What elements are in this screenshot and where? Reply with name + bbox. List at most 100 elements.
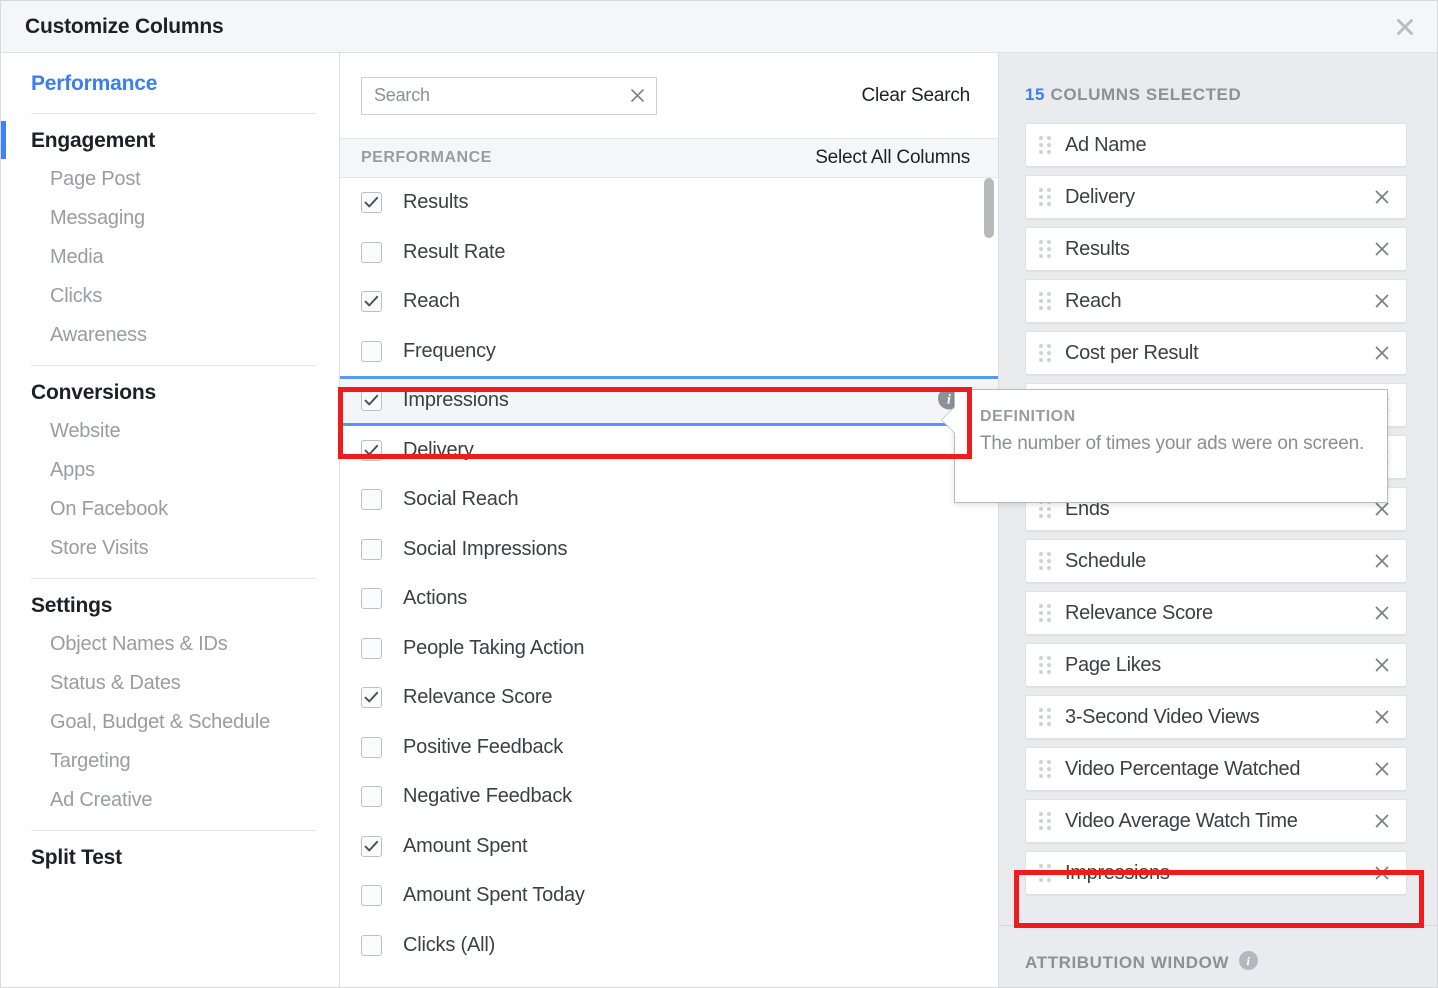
drag-handle-icon[interactable] [1039, 864, 1051, 882]
selected-column-chip[interactable]: Schedule [1025, 539, 1407, 583]
sidebar-item-object-names-ids[interactable]: Object Names & IDs [1, 625, 339, 664]
sidebar-item-media[interactable]: Media [1, 238, 339, 277]
column-option-row[interactable]: Result Rate [340, 228, 998, 278]
drag-handle-icon[interactable] [1039, 604, 1051, 622]
drag-handle-icon[interactable] [1039, 656, 1051, 674]
dialog-titlebar: Customize Columns [1, 1, 1437, 53]
checkbox-unchecked[interactable] [361, 885, 382, 907]
select-all-columns-button[interactable]: Select All Columns [815, 147, 970, 169]
selected-column-chip[interactable]: Delivery [1025, 175, 1407, 219]
sidebar-item-performance[interactable]: Performance [1, 65, 339, 103]
sidebar-item-website[interactable]: Website [1, 412, 339, 451]
drag-handle-icon[interactable] [1039, 760, 1051, 778]
checkbox-unchecked[interactable] [361, 241, 382, 263]
info-icon[interactable]: i [1239, 951, 1259, 975]
selected-column-chip[interactable]: Results [1025, 227, 1407, 271]
remove-column-icon[interactable] [1372, 291, 1392, 311]
remove-column-icon[interactable] [1372, 187, 1392, 207]
drag-handle-icon[interactable] [1039, 188, 1051, 206]
sidebar-item-targeting[interactable]: Targeting [1, 742, 339, 781]
sidebar-item-messaging[interactable]: Messaging [1, 199, 339, 238]
remove-column-icon[interactable] [1372, 239, 1392, 259]
column-option-row[interactable]: Reach [340, 277, 998, 327]
checkbox-unchecked[interactable] [361, 489, 382, 511]
drag-handle-icon[interactable] [1039, 708, 1051, 726]
selected-column-label: Reach [1065, 289, 1122, 312]
remove-column-icon[interactable] [1372, 343, 1392, 363]
remove-column-icon[interactable] [1372, 707, 1392, 727]
remove-column-icon[interactable] [1372, 655, 1392, 675]
drag-handle-icon[interactable] [1039, 292, 1051, 310]
column-option-label: Social Reach [403, 488, 519, 511]
clear-search-button[interactable]: Clear Search [862, 85, 971, 107]
sidebar-item-page-post[interactable]: Page Post [1, 160, 339, 199]
checkbox-checked[interactable] [361, 192, 382, 214]
column-option-row[interactable]: Social Impressions [340, 525, 998, 575]
checkbox-checked[interactable] [361, 835, 382, 857]
drag-handle-icon[interactable] [1039, 240, 1051, 258]
close-icon[interactable] [1385, 8, 1425, 46]
column-option-row[interactable]: Relevance Score [340, 673, 998, 723]
sidebar-item-status-dates[interactable]: Status & Dates [1, 664, 339, 703]
column-option-label: Clicks (All) [403, 933, 496, 956]
column-option-row[interactable]: Clicks (All) [340, 921, 998, 971]
checkbox-unchecked[interactable] [361, 934, 382, 956]
column-option-row[interactable]: Impressions i [340, 376, 998, 426]
checkbox-unchecked[interactable] [361, 538, 382, 560]
selected-column-chip[interactable]: Video Average Watch Time [1025, 799, 1407, 843]
search-input[interactable]: Search [361, 76, 657, 115]
remove-column-icon[interactable] [1372, 759, 1392, 779]
column-option-row[interactable]: People Taking Action [340, 624, 998, 674]
selected-column-chip[interactable]: Ad Name [1025, 123, 1407, 167]
column-option-row[interactable]: Amount Spent [340, 822, 998, 872]
column-option-row[interactable]: Delivery [340, 426, 998, 476]
drag-handle-icon[interactable] [1039, 344, 1051, 362]
selected-column-chip[interactable]: Cost per Result [1025, 331, 1407, 375]
definition-tooltip: DEFINITION The number of times your ads … [942, 389, 1388, 503]
checkbox-checked[interactable] [361, 390, 382, 412]
sidebar-item-conversions[interactable]: Conversions [1, 374, 339, 412]
drag-handle-icon[interactable] [1039, 812, 1051, 830]
column-option-row[interactable]: Amount Spent Today [340, 871, 998, 921]
sidebar-item-goal-budget-schedule[interactable]: Goal, Budget & Schedule [1, 703, 339, 742]
checkbox-unchecked[interactable] [361, 588, 382, 610]
checkbox-checked[interactable] [361, 439, 382, 461]
checkbox-unchecked[interactable] [361, 786, 382, 808]
sidebar-item-split-test[interactable]: Split Test [1, 839, 339, 877]
sidebar-item-on-facebook[interactable]: On Facebook [1, 490, 339, 529]
checkbox-checked[interactable] [361, 291, 382, 313]
drag-handle-icon[interactable] [1039, 136, 1051, 154]
checkbox-unchecked[interactable] [361, 340, 382, 362]
sidebar-item-clicks[interactable]: Clicks [1, 277, 339, 316]
sidebar-item-store-visits[interactable]: Store Visits [1, 529, 339, 568]
selected-column-chip[interactable]: Video Percentage Watched [1025, 747, 1407, 791]
selected-column-chip[interactable]: Impressions [1025, 851, 1407, 895]
sidebar-item-settings[interactable]: Settings [1, 587, 339, 625]
selected-column-chip[interactable]: 3-Second Video Views [1025, 695, 1407, 739]
column-option-row[interactable]: Results [340, 178, 998, 228]
search-clear-icon[interactable] [628, 87, 646, 105]
sidebar-item-awareness[interactable]: Awareness [1, 316, 339, 355]
selected-column-chip[interactable]: Page Likes [1025, 643, 1407, 687]
remove-column-icon[interactable] [1372, 811, 1392, 831]
drag-handle-icon[interactable] [1039, 552, 1051, 570]
tooltip-title: DEFINITION [980, 408, 1076, 425]
remove-column-icon[interactable] [1372, 603, 1392, 623]
remove-column-icon[interactable] [1372, 551, 1392, 571]
column-option-row[interactable]: Actions [340, 574, 998, 624]
selected-column-chip[interactable]: Reach [1025, 279, 1407, 323]
sidebar-item-apps[interactable]: Apps [1, 451, 339, 490]
column-option-row[interactable]: Social Reach [340, 475, 998, 525]
sidebar-item-engagement[interactable]: Engagement [1, 122, 339, 160]
selected-column-chip[interactable]: Relevance Score [1025, 591, 1407, 635]
checkbox-checked[interactable] [361, 687, 382, 709]
sidebar-item-ad-creative[interactable]: Ad Creative [1, 781, 339, 820]
column-option-row[interactable]: Frequency [340, 327, 998, 377]
list-scrollbar[interactable] [984, 178, 994, 987]
checkbox-unchecked[interactable] [361, 736, 382, 758]
column-option-row[interactable]: Positive Feedback [340, 723, 998, 773]
remove-column-icon[interactable] [1372, 863, 1392, 883]
column-option-row[interactable]: Negative Feedback [340, 772, 998, 822]
checkbox-unchecked[interactable] [361, 637, 382, 659]
scrollbar-thumb[interactable] [984, 178, 994, 238]
